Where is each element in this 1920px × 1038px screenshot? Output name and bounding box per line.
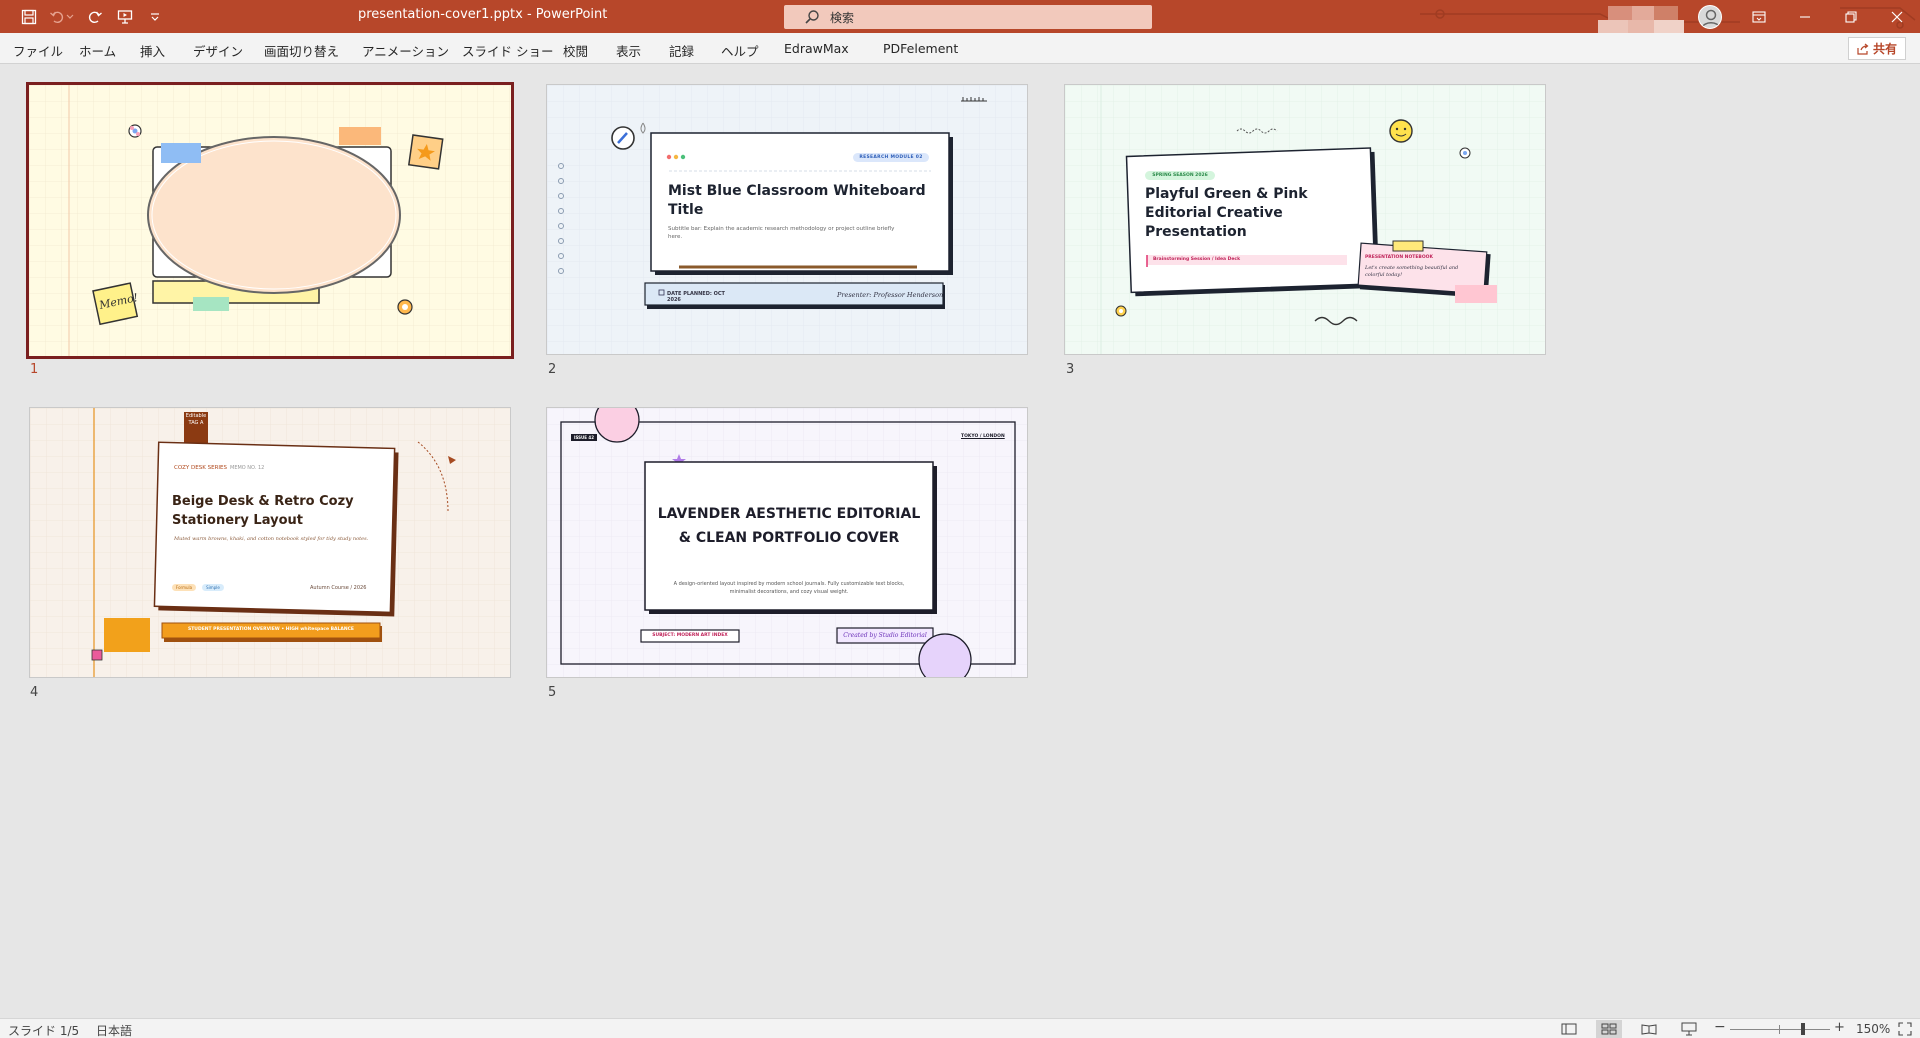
minimize-icon[interactable] [1782,0,1828,33]
zoom-in-button[interactable]: + [1834,1020,1845,1035]
tab-review[interactable]: 校閲 [563,41,588,60]
slide-2-date: DATE PLANNED: OCT 2026 [667,291,725,303]
tab-help[interactable]: ヘルプ [721,41,759,60]
tab-record[interactable]: 記録 [669,41,694,60]
save-icon[interactable] [18,6,40,28]
restore-icon[interactable] [1828,0,1874,33]
zoom-slider-center [1779,1025,1780,1034]
slide-5-subtitle: A design-oriented layout inspired by mod… [673,581,905,595]
customize-toolbar-icon[interactable] [144,6,166,28]
slide-2-artwork [547,85,1027,354]
slide-thumbnail-5[interactable]: ISSUE 42 TOKYO / LONDON LAVENDER AESTHET… [546,407,1028,678]
search-icon [805,10,819,24]
slide-5-issue: ISSUE 42 [573,435,594,440]
slide-5-subject: SUBJECT: MODERN ART INDEX [652,633,728,638]
close-icon[interactable] [1874,0,1920,33]
tab-insert[interactable]: 挿入 [140,41,165,60]
tab-transitions[interactable]: 画面切り替え [264,41,339,60]
slide-2-presenter: Presenter: Professor Henderson [837,291,944,299]
slide-4-banner: STUDENT PRESENTATION OVERVIEW • HIGH whi… [188,627,354,632]
slide-3-tagline: Brainstorming Session / Idea Deck [1153,257,1241,262]
start-slideshow-icon[interactable] [114,6,136,28]
slide-4-series: COZY DESK SERIES [174,465,227,471]
slide-5-credit: Created by Studio Editorial [843,632,927,639]
slide-number-5: 5 [548,685,557,700]
fit-to-window-icon[interactable] [1892,1020,1918,1038]
undo-dropdown-icon[interactable] [64,6,76,28]
slide-3-note-title: PRESENTATION NOTEBOOK [1365,255,1433,260]
slide-number-3: 3 [1066,362,1075,377]
slide-2-badge: RESEARCH MODULE 02 [859,155,923,160]
language-indicator[interactable]: 日本語 [96,1022,132,1038]
search-box[interactable]: 検索 [784,5,1152,29]
slide-1-artwork [29,85,511,356]
slide-4-tag-2: Simple [206,585,220,590]
normal-view-icon[interactable] [1556,1020,1582,1038]
share-button[interactable]: 共有 [1848,37,1906,60]
status-bar: スライド 1/5 日本語 − + 150% [0,1018,1920,1038]
tab-design[interactable]: デザイン [193,41,243,60]
slide-3-badge: SPRING SEASON 2026 [1152,173,1208,178]
account-avatar-icon[interactable] [1698,5,1722,29]
ribbon-display-options-icon[interactable] [1736,0,1782,33]
slide-thumbnail-3[interactable]: SPRING SEASON 2026 Playful Green & Pink … [1064,84,1546,355]
slide-5-title: LAVENDER AESTHETIC EDITORIAL & CLEAN POR… [657,506,921,546]
slide-4-subtitle: Muted warm browns, khaki, and cotton not… [174,536,369,542]
title-bar: presentation-cover1.pptx - PowerPoint 検索 [0,0,1920,34]
slide-3-title: Playful Green & Pink Editorial Creative … [1145,186,1308,240]
slideshow-view-icon[interactable] [1676,1020,1702,1038]
tab-edrawmax[interactable]: EdrawMax [784,41,849,56]
slide-4-artwork [30,408,510,677]
slide-thumbnail-2[interactable]: RESEARCH MODULE 02 Mist Blue Classroom W… [546,84,1028,355]
slide-4-title: Beige Desk & Retro Cozy Stationery Layou… [172,494,354,528]
ribbon-tabs: ファイル ホーム 挿入 デザイン 画面切り替え アニメーション スライド ショー… [0,33,1920,64]
tab-slideshow[interactable]: スライド ショー [462,41,553,60]
slide-3-note-body: Let's create something beautiful and col… [1365,265,1459,278]
zoom-slider-track[interactable] [1730,1029,1830,1030]
redo-icon[interactable] [84,6,106,28]
slide-indicator: スライド 1/5 [8,1024,80,1038]
tab-file[interactable]: ファイル [13,41,63,60]
document-title: presentation-cover1.pptx - PowerPoint [358,7,608,22]
share-label: 共有 [1872,42,1897,56]
tab-pdfelement[interactable]: PDFelement [883,41,958,56]
slide-2-title: Mist Blue Classroom Whiteboard Title [668,183,926,218]
slide-5-city: TOKYO / LONDON [961,434,1005,439]
slide-number-4: 4 [30,685,39,700]
reading-view-icon[interactable] [1636,1020,1662,1038]
slide-4-course: Autumn Course / 2026 [310,585,367,591]
tab-view[interactable]: 表示 [616,41,641,60]
slide-number-1: 1 [30,362,39,377]
slide-2-subtitle: Subtitle bar: Explain the academic resea… [668,226,895,240]
zoom-out-button[interactable]: − [1714,1019,1726,1035]
tab-animations[interactable]: アニメーション [362,41,449,60]
slide-number-2: 2 [548,362,557,377]
slide-4-tab: Editable TAG A [185,413,207,426]
slide-thumbnail-1[interactable]: Memo! [26,82,514,359]
slide-4-tag-1: Formula [175,585,193,590]
zoom-level[interactable]: 150% [1856,1022,1890,1036]
search-placeholder: 検索 [830,10,855,25]
tab-home[interactable]: ホーム [79,41,116,60]
slide-sorter-view-icon[interactable] [1596,1020,1622,1038]
slide-4-memo: MEMO NO. 12 [230,465,265,471]
zoom-slider-thumb[interactable] [1801,1023,1805,1035]
slide-thumbnail-4[interactable]: Editable TAG A COZY DESK SERIES MEMO NO.… [29,407,511,678]
share-icon [1857,43,1869,55]
